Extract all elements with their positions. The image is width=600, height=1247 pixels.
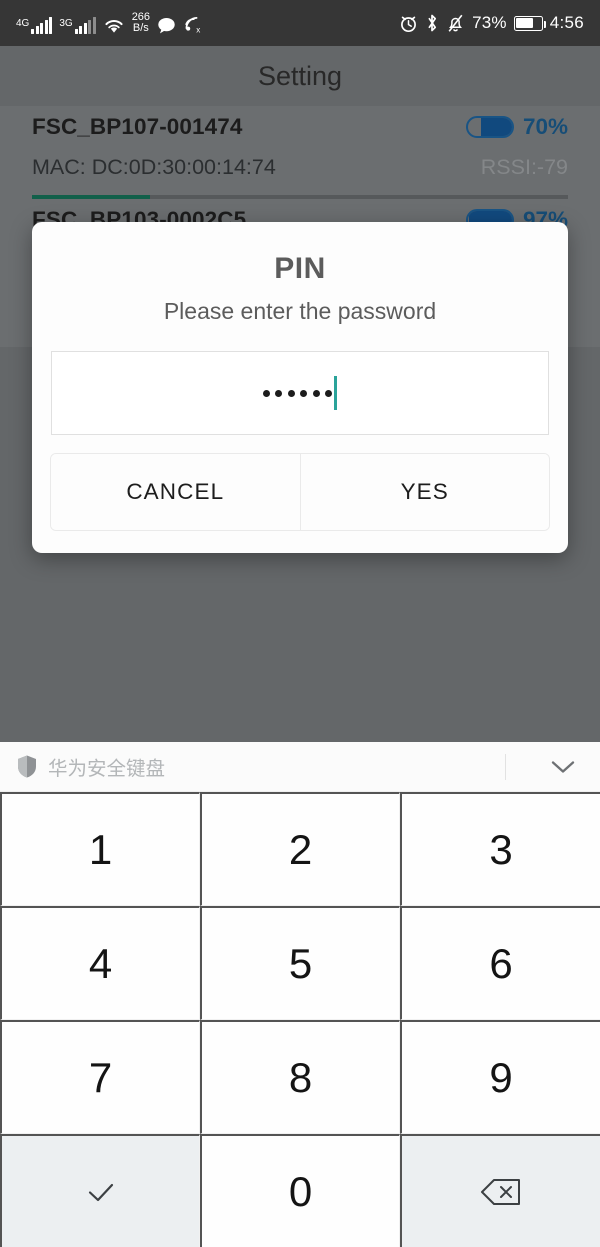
signal-4g-icon: 4G [16,17,53,34]
status-bar-right: 73% 4:56 [399,13,584,33]
key-4[interactable]: 4 [0,906,200,1020]
message-icon [157,17,176,34]
key-3[interactable]: 3 [400,792,600,906]
mute-bell-icon [446,13,465,33]
key-2[interactable]: 2 [200,792,400,906]
key-9[interactable]: 9 [400,1020,600,1134]
battery-icon [513,15,547,31]
shield-icon [16,754,38,779]
status-bar: 4G 3G 266 B/s x 73% 4:56 [0,0,600,46]
svg-text:x: x [196,25,200,34]
key-8[interactable]: 8 [200,1020,400,1134]
key-backspace[interactable] [400,1134,600,1247]
status-bar-left: 4G 3G 266 B/s x [16,12,399,34]
wifi-icon [103,16,125,34]
battery-percent-label: 73% [472,13,507,32]
dialog-actions: CANCEL YES [50,453,550,531]
key-1[interactable]: 1 [0,792,200,906]
check-icon [81,1177,121,1207]
pin-input[interactable] [51,351,549,435]
alarm-icon [399,14,418,33]
phone-screen: 4G 3G 266 B/s x 73% 4:56 Setting FSC_BP1… [0,0,600,1247]
confirm-button[interactable]: YES [299,454,549,530]
cancel-button[interactable]: CANCEL [51,454,300,530]
keyboard-header-divider [505,753,506,780]
text-caret [334,376,338,410]
key-7[interactable]: 7 [0,1020,200,1134]
keypad-grid: 123 456 7890 [0,792,600,1247]
key-5[interactable]: 5 [200,906,400,1020]
chevron-down-icon[interactable] [542,758,584,776]
pin-dialog: PIN Please enter the password CANCEL YES [32,222,568,553]
dialog-title: PIN [274,252,326,285]
network-type-1-label: 4G [16,18,30,29]
dialog-subtitle: Please enter the password [163,298,437,324]
key-done[interactable] [0,1134,200,1247]
pin-masked-value [262,389,333,397]
nfc-off-icon: x [183,16,203,34]
backspace-icon [479,1176,523,1208]
bluetooth-icon [425,13,439,33]
key-0[interactable]: 0 [200,1134,400,1247]
keyboard-label: 华为安全键盘 [48,758,166,780]
signal-3g-icon: 3G [59,17,96,34]
numeric-keyboard: 华为安全键盘 123 456 7890 [0,742,600,1247]
data-rate-icon: 266 B/s [132,12,150,34]
key-6[interactable]: 6 [400,906,600,1020]
keyboard-header: 华为安全键盘 [0,742,600,792]
clock-label: 4:56 [549,13,584,32]
network-type-2-label: 3G [59,18,73,29]
data-rate-unit: B/s [132,22,149,34]
